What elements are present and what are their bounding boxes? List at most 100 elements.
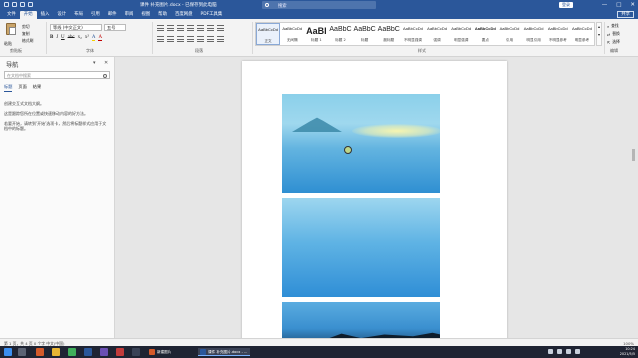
font-size-select[interactable]: 五号 <box>104 24 126 31</box>
style-item[interactable]: AaBbCcDd 明显引用 <box>522 23 546 45</box>
line-spacing-icon[interactable] <box>207 36 214 42</box>
highlight-button[interactable]: A <box>91 35 96 41</box>
search-box[interactable]: 搜索 <box>262 1 376 9</box>
select-button[interactable]: ⇱ 选择 <box>607 39 620 45</box>
close-icon[interactable]: ✕ <box>630 1 635 9</box>
nav-options-icon[interactable]: ▾ <box>93 60 96 66</box>
style-item[interactable]: AaBbCcDd 引用 <box>497 23 521 45</box>
inserted-image-blue-sky[interactable] <box>282 198 440 297</box>
style-item[interactable]: AaBbCcDd 明显强调 <box>449 23 473 45</box>
autosave-icon[interactable] <box>4 2 9 7</box>
tab-view[interactable]: 视图 <box>137 11 154 19</box>
style-item[interactable]: AaBbC 标题 <box>353 23 377 45</box>
style-item[interactable]: AaBbCcDd 强调 <box>425 23 449 45</box>
login-button[interactable]: 登录 <box>559 2 573 8</box>
underline-button[interactable]: U <box>61 35 65 41</box>
nav-tab-results[interactable]: 结果 <box>33 84 41 92</box>
folder-icon[interactable] <box>52 348 60 356</box>
nav-search-input[interactable]: 在文档中搜索 <box>4 71 110 79</box>
start-icon[interactable] <box>4 348 12 356</box>
maximize-icon[interactable]: □ <box>616 1 621 9</box>
sort-icon[interactable] <box>207 25 214 31</box>
align-center-icon[interactable] <box>167 36 174 42</box>
ime-icon[interactable] <box>575 348 580 354</box>
format-painter-button[interactable]: 格式刷 <box>22 38 33 44</box>
app-icon[interactable] <box>84 348 92 356</box>
tab-baidu-netdisk[interactable]: 百度网盘 <box>171 11 197 19</box>
app-icon[interactable] <box>36 348 44 356</box>
cloud-shape <box>352 124 440 138</box>
tab-help[interactable]: 帮助 <box>154 11 171 19</box>
tab-insert[interactable]: 插入 <box>37 11 54 19</box>
show-marks-icon[interactable] <box>217 25 224 31</box>
app-icon[interactable] <box>116 348 124 356</box>
subscript-button[interactable]: x₂ <box>78 35 82 41</box>
app-icon[interactable] <box>100 348 108 356</box>
document-page[interactable] <box>242 61 507 346</box>
style-sample: AaBbCcDd <box>474 26 496 31</box>
italic-button[interactable]: I <box>56 35 58 41</box>
share-button[interactable]: 共享 <box>617 11 634 18</box>
align-left-icon[interactable] <box>157 36 164 42</box>
network-icon[interactable] <box>557 348 562 354</box>
tab-file[interactable]: 文件 <box>3 11 20 19</box>
clock[interactable]: 10:24 2021/5/5 <box>620 347 635 357</box>
strikethrough-button[interactable]: abc <box>68 35 75 41</box>
decrease-indent-icon[interactable] <box>187 25 194 31</box>
paste-button[interactable] <box>4 23 18 41</box>
tab-pdf-tools[interactable]: PDF工具集 <box>197 11 227 19</box>
volume-icon[interactable] <box>566 348 571 354</box>
bold-button[interactable]: B <box>50 35 53 41</box>
minimize-icon[interactable]: — <box>602 1 608 9</box>
taskbar-app-word[interactable]: 课件 补充图片.docx - ... <box>198 348 251 356</box>
superscript-button[interactable]: x² <box>85 35 89 41</box>
tab-home[interactable]: 开始 <box>19 11 37 19</box>
style-sample: AaBbCcDd <box>451 26 472 31</box>
justify-icon[interactable] <box>187 36 194 42</box>
redo-icon[interactable] <box>28 2 33 7</box>
shading-icon[interactable] <box>217 36 224 42</box>
undo-icon[interactable] <box>20 2 25 7</box>
find-button[interactable]: ⌕ 查找 <box>607 23 619 29</box>
replace-button[interactable]: ⇄ 替换 <box>607 31 620 37</box>
style-item[interactable]: AaBbCcDd 不明显强调 <box>401 23 425 45</box>
font-name-select[interactable]: 等线 (中文正文) <box>50 24 102 31</box>
font-color-button[interactable]: A <box>98 35 103 41</box>
taskbar-app[interactable]: 新建图片 <box>147 348 174 356</box>
save-icon[interactable] <box>12 2 17 7</box>
cut-button[interactable]: 剪切 <box>22 24 30 30</box>
zoom-level[interactable]: 100% <box>623 341 634 346</box>
distributed-icon[interactable] <box>197 36 204 42</box>
align-right-icon[interactable] <box>177 36 184 42</box>
browser-icon[interactable] <box>68 348 76 356</box>
tray-icon[interactable] <box>548 348 553 354</box>
inserted-image-sea-island[interactable] <box>282 94 440 193</box>
scrollbar-thumb[interactable] <box>632 149 635 161</box>
style-item[interactable]: AaBbC 标题 2 <box>328 23 352 45</box>
numbering-icon[interactable] <box>167 25 174 31</box>
nav-close-icon[interactable]: ✕ <box>104 60 108 66</box>
style-item[interactable]: AaBbCcDd 明显参考 <box>570 23 594 45</box>
tab-mailings[interactable]: 邮件 <box>104 11 121 19</box>
search-icon[interactable] <box>18 348 26 356</box>
style-item[interactable]: AaBbC 副标题 <box>377 23 401 45</box>
tab-references[interactable]: 引用 <box>87 11 104 19</box>
style-item[interactable]: AaBbCcDd 不明显参考 <box>546 23 570 45</box>
style-item[interactable]: AaBbCcDd 正文 <box>256 23 281 45</box>
multilevel-list-icon[interactable] <box>177 25 184 31</box>
tab-design[interactable]: 设计 <box>53 11 70 19</box>
style-item[interactable]: AaBbCcDd 要点 <box>473 23 497 45</box>
style-item[interactable]: AaBl 标题 1 <box>304 23 328 45</box>
app-icon[interactable] <box>132 348 140 356</box>
copy-button[interactable]: 复制 <box>22 31 30 37</box>
style-item[interactable]: AaBbCcDd 无间隔 <box>280 23 304 45</box>
style-sample: AaBbC <box>353 26 376 33</box>
vertical-scrollbar[interactable] <box>631 59 636 344</box>
nav-tab-headings[interactable]: 标题 <box>4 84 13 92</box>
styles-gallery-scroll[interactable]: ▴ ▾ <box>596 22 602 46</box>
nav-tab-pages[interactable]: 页面 <box>18 84 26 92</box>
bullets-icon[interactable] <box>157 25 164 31</box>
tab-layout[interactable]: 布局 <box>70 11 87 19</box>
tab-review[interactable]: 审阅 <box>121 11 138 19</box>
increase-indent-icon[interactable] <box>197 25 204 31</box>
